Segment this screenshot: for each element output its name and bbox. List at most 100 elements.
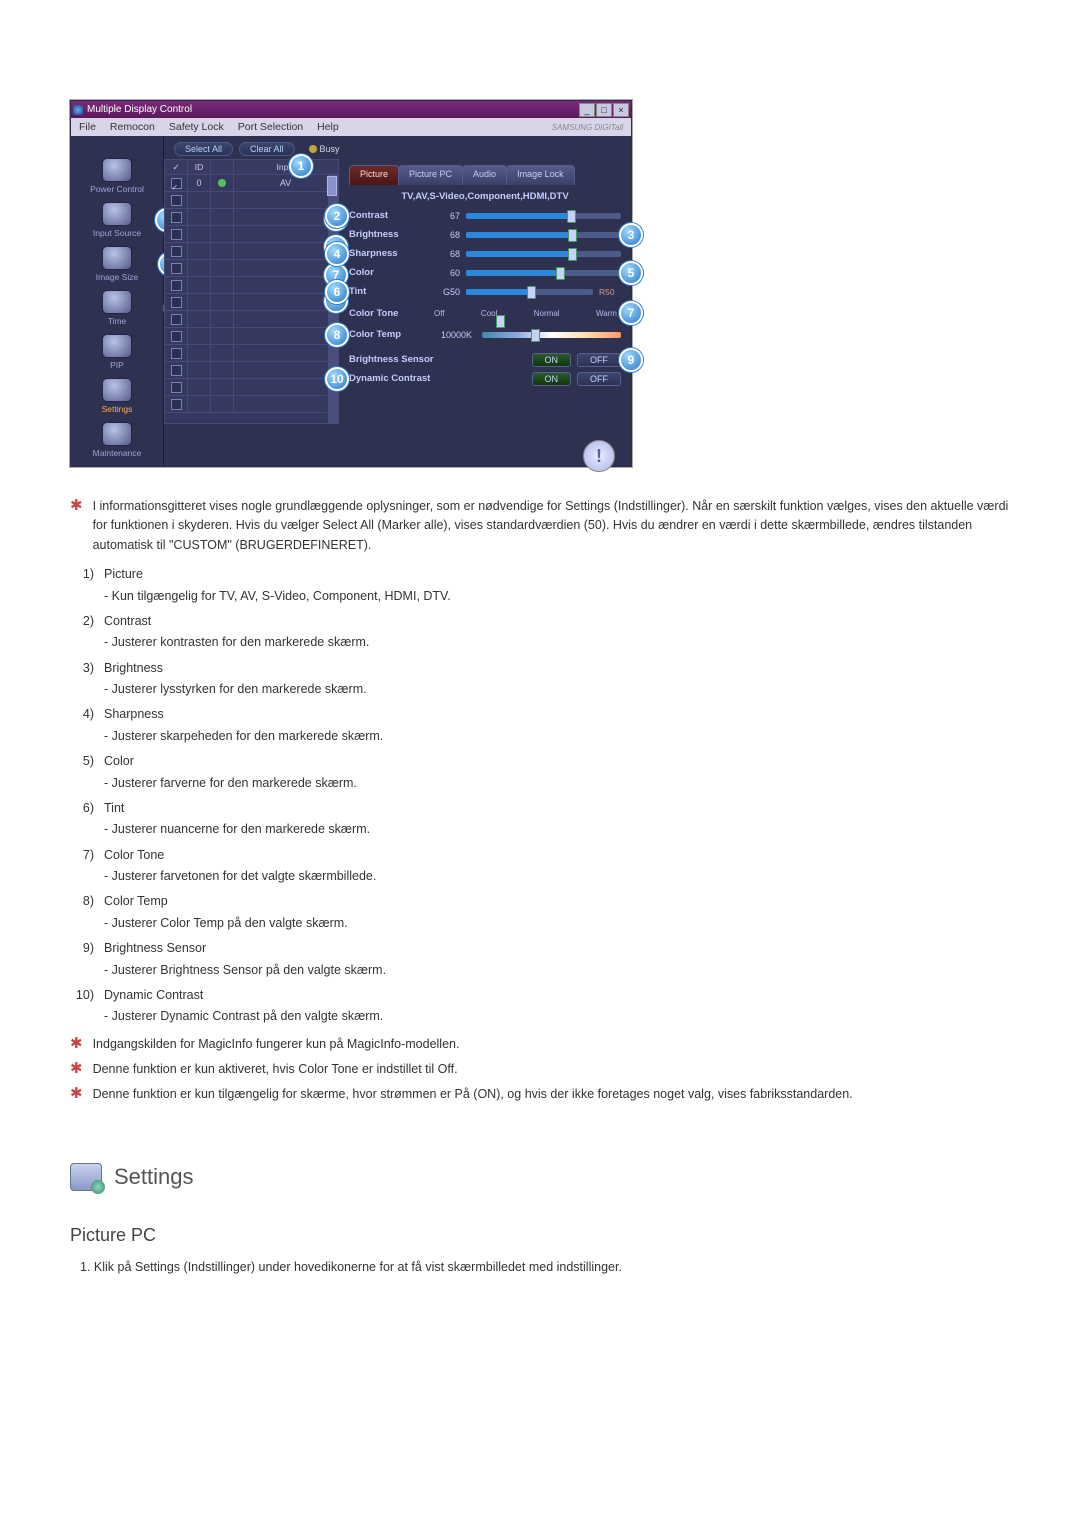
row-color: Color 60 5: [349, 263, 621, 282]
dynamic-contrast-on-button[interactable]: ON: [532, 372, 572, 386]
slider-brightness[interactable]: [466, 232, 621, 238]
sidebar-item-maintenance[interactable]: Maintenance: [93, 422, 142, 458]
callout-badge: 10: [325, 367, 349, 391]
row-checkbox[interactable]: [171, 263, 182, 274]
feature-item: 7)Color Tone- Justerer farvetonen for de…: [70, 846, 1010, 887]
help-icon[interactable]: !: [583, 440, 615, 472]
grid-row[interactable]: [165, 311, 338, 328]
row-checkbox[interactable]: [171, 178, 182, 189]
sidebar-item-input-source[interactable]: Input Source 2: [93, 202, 141, 238]
row-color-temp: 8 Color Temp 10000K: [349, 325, 621, 344]
grid-body: 0AV: [164, 175, 339, 424]
item-body: Brightness Sensor- Justerer Brightness S…: [104, 939, 386, 980]
grid-row[interactable]: 0AV: [165, 175, 338, 192]
sidebar-item-settings[interactable]: Settings: [102, 378, 133, 414]
app-window: Multiple Display Control _ □ × File Remo…: [70, 100, 632, 467]
row-checkbox[interactable]: [171, 331, 182, 342]
grid-row[interactable]: [165, 345, 338, 362]
row-status: [211, 379, 234, 395]
callout-badge: 3: [619, 223, 643, 247]
clear-all-button[interactable]: Clear All: [239, 142, 295, 156]
tab-picture-pc[interactable]: Picture PC: [398, 165, 463, 185]
sidebar-item-image-size[interactable]: Image Size 3: [96, 246, 139, 282]
busy-label: Busy: [320, 144, 340, 154]
grid-row[interactable]: [165, 294, 338, 311]
tone-opt-normal: Normal: [534, 309, 560, 318]
minimize-button[interactable]: _: [579, 103, 595, 117]
callout-badge: 8: [325, 323, 349, 347]
callout-badge: 9: [619, 348, 643, 372]
grid-row[interactable]: [165, 209, 338, 226]
sidebar-item-power-control[interactable]: Power Control: [90, 158, 144, 194]
menu-file[interactable]: File: [79, 121, 96, 133]
row-checkbox[interactable]: [171, 229, 182, 240]
grid-row[interactable]: [165, 277, 338, 294]
row-status: [211, 396, 234, 412]
grid-row[interactable]: [165, 379, 338, 396]
grid-row[interactable]: [165, 396, 338, 413]
subsection-title: Picture PC: [70, 1222, 1010, 1250]
row-checkbox[interactable]: [171, 212, 182, 223]
item-description: - Justerer lysstyrken for den markerede …: [104, 680, 367, 699]
row-checkbox[interactable]: [171, 280, 182, 291]
label-color-tone: Color Tone: [349, 308, 424, 319]
row-color-tone: Color Tone Off Cool Normal Warm 7: [349, 301, 621, 325]
grid-row[interactable]: [165, 243, 338, 260]
row-status: [211, 260, 234, 276]
grid-row[interactable]: [165, 260, 338, 277]
label-color: Color: [349, 267, 424, 278]
app-icon: [73, 105, 83, 115]
slider-contrast[interactable]: [466, 213, 621, 219]
menu-port-selection[interactable]: Port Selection: [238, 121, 303, 133]
grid-row[interactable]: [165, 362, 338, 379]
row-status: [211, 243, 234, 259]
scrollbar-thumb[interactable]: [327, 176, 337, 196]
row-checkbox[interactable]: [171, 365, 182, 376]
menu-bar: File Remocon Safety Lock Port Selection …: [71, 118, 631, 136]
row-id: [188, 277, 211, 293]
slider-tint[interactable]: [466, 289, 593, 295]
row-id: [188, 311, 211, 327]
title-bar: Multiple Display Control _ □ ×: [71, 101, 631, 118]
row-checkbox[interactable]: [171, 399, 182, 410]
row-checkbox[interactable]: [171, 195, 182, 206]
row-checkbox[interactable]: [171, 314, 182, 325]
row-checkbox[interactable]: [171, 382, 182, 393]
select-all-button[interactable]: Select All: [174, 142, 233, 156]
menu-remocon[interactable]: Remocon: [110, 121, 155, 133]
menu-safety-lock[interactable]: Safety Lock: [169, 121, 224, 133]
row-checkbox[interactable]: [171, 297, 182, 308]
item-body: Contrast- Justerer kontrasten for den ma…: [104, 612, 369, 653]
brightness-sensor-on-button[interactable]: ON: [532, 353, 572, 367]
menu-help[interactable]: Help: [317, 121, 339, 133]
settings-panel: Picture Picture PC Audio Image Lock 1 TV…: [339, 159, 631, 424]
close-button[interactable]: ×: [613, 103, 629, 117]
brightness-sensor-off-button[interactable]: OFF: [577, 353, 621, 367]
grid-header-status: [211, 159, 234, 175]
callout-badge: 6: [325, 280, 349, 304]
grid-row[interactable]: [165, 226, 338, 243]
sidebar-item-pip[interactable]: PIP: [102, 334, 132, 370]
row-input: [234, 294, 338, 310]
item-number: 4): [70, 705, 94, 746]
dynamic-contrast-off-button[interactable]: OFF: [577, 372, 621, 386]
row-checkbox[interactable]: [171, 348, 182, 359]
row-status: [211, 328, 234, 344]
slider-sharpness[interactable]: [466, 251, 621, 257]
grid-row[interactable]: [165, 328, 338, 345]
label-brightness-sensor: Brightness Sensor: [349, 354, 459, 365]
sidebar: Power Control Input Source 2 Image Size …: [71, 136, 164, 466]
tab-audio[interactable]: Audio: [462, 165, 507, 185]
item-description: - Justerer farvetonen for det valgte skæ…: [104, 867, 376, 886]
slider-color[interactable]: [466, 270, 621, 276]
maximize-button[interactable]: □: [596, 103, 612, 117]
slider-color-temp[interactable]: [482, 332, 621, 338]
row-id: [188, 192, 211, 208]
row-checkbox[interactable]: [171, 246, 182, 257]
tab-picture[interactable]: Picture: [349, 165, 399, 185]
item-number: 8): [70, 892, 94, 933]
item-description: - Justerer kontrasten for den markerede …: [104, 633, 369, 652]
grid-row[interactable]: [165, 192, 338, 209]
tab-image-lock[interactable]: Image Lock: [506, 165, 575, 185]
sidebar-item-time[interactable]: Time 4: [102, 290, 132, 326]
